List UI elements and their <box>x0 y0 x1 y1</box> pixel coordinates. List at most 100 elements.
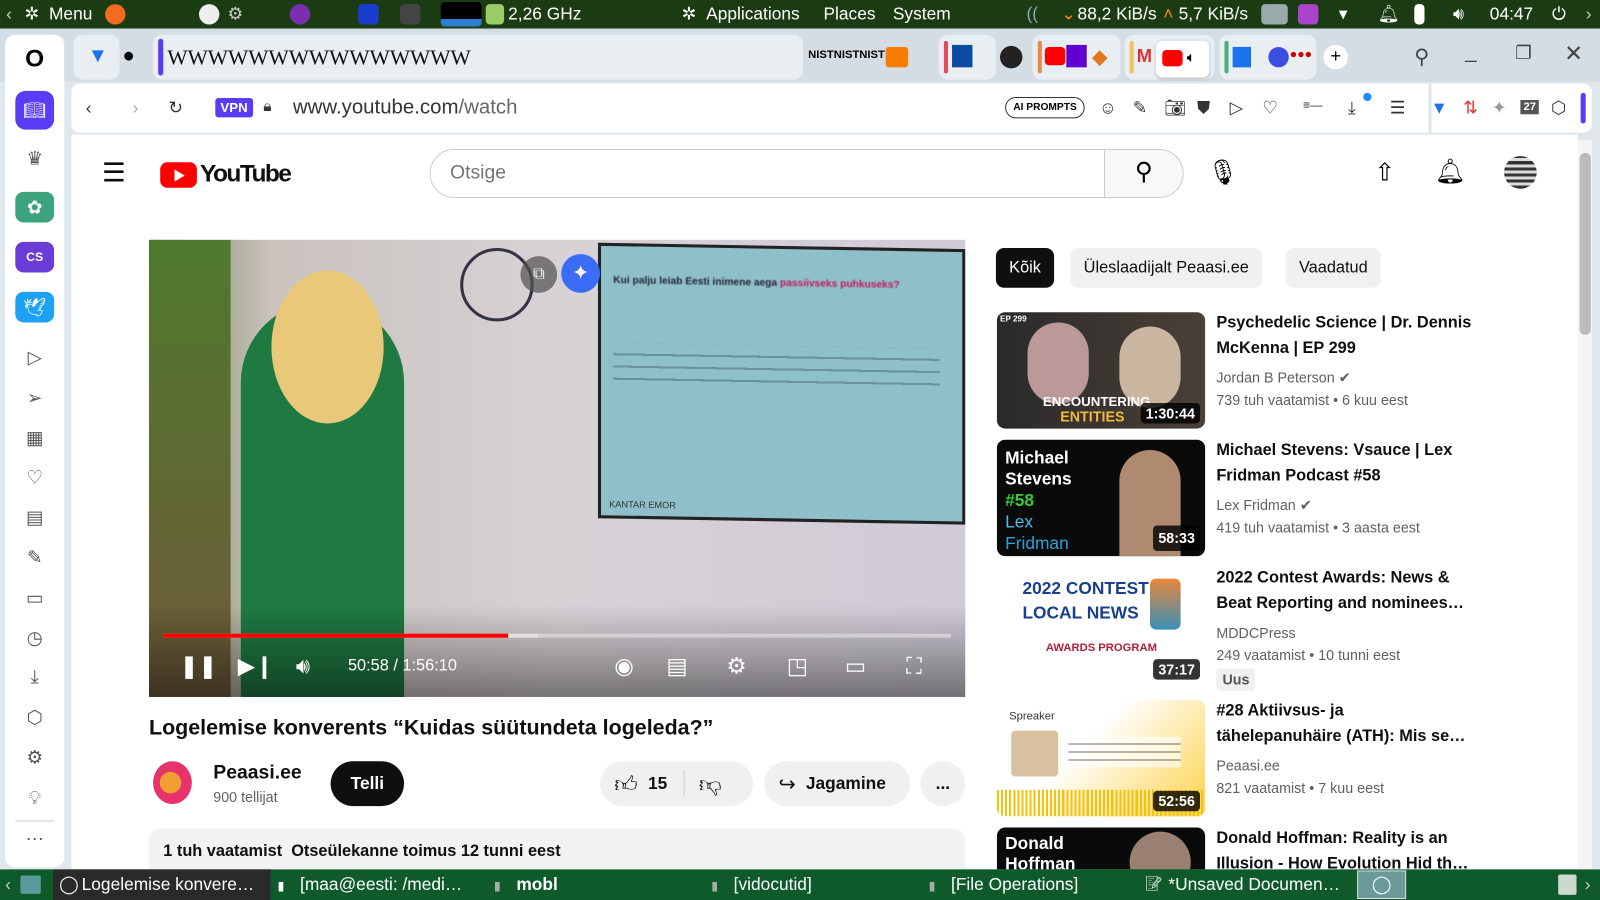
menu-button[interactable]: Menu <box>49 4 92 24</box>
miniplayer-button[interactable]: ◳ <box>787 653 808 680</box>
video-thumbnail[interactable]: Spreaker 52:56 <box>996 699 1206 817</box>
bell-icon[interactable]: 🔔︎ <box>1378 4 1400 24</box>
more-icon[interactable]: ··· <box>15 822 54 853</box>
video-title[interactable]: Michael Stevens: Vsauce | Lex Fridman Po… <box>1216 438 1471 489</box>
sync-ext-icon[interactable]: ⇅ <box>1463 98 1478 118</box>
lock-icon[interactable]: 🔒︎ <box>263 98 271 115</box>
uiv-tab-icon[interactable] <box>999 45 1023 69</box>
snapshot-icon[interactable]: ✎ <box>15 542 54 573</box>
tab-search-icon[interactable]: ⚲ <box>1414 44 1429 70</box>
player-icon[interactable]: ▷ <box>15 342 54 373</box>
crown-icon[interactable]: ♛ <box>15 143 54 174</box>
taskbar-item-mobl[interactable]: mobl <box>516 874 557 894</box>
extensions-cube-icon[interactable]: ⬡ <box>15 702 54 733</box>
taskbar-item-text-editor[interactable]: *Unsaved Documen… <box>1168 874 1340 894</box>
extension-icon[interactable]: ≡— <box>1303 98 1322 112</box>
video-thumbnail[interactable]: 2022 CONTEST LOCAL NEWS AWARDS PROGRAM 3… <box>996 568 1206 685</box>
audio-recorder-icon[interactable] <box>1297 4 1319 25</box>
cube-ext-icon[interactable]: ⬡ <box>1551 98 1566 118</box>
reload-button[interactable]: ↻ <box>168 98 183 118</box>
taskbar-item-browser[interactable]: Logelemise konvere… <box>82 874 255 894</box>
video-title[interactable]: #28 Aktiivsus- ja tähelepanuhäire (ATH):… <box>1216 698 1471 749</box>
camera-icon[interactable]: 📷︎ <box>1164 98 1186 118</box>
sidebar-toggle[interactable] <box>1580 92 1586 124</box>
popout-video-icon[interactable]: ⧉ <box>520 256 558 293</box>
subtitles-button[interactable]: ▤ <box>666 653 687 680</box>
cs-icon[interactable]: CS <box>15 241 55 273</box>
heart-icon[interactable]: ♡ <box>15 462 54 493</box>
panel-right-arrow[interactable]: › <box>1586 4 1592 24</box>
chip-from-uploader[interactable]: Üleslaadijalt Peaasi.ee <box>1070 247 1263 288</box>
metamask-tab-icon[interactable]: ◆ <box>1092 44 1108 70</box>
channel-name[interactable]: Lex Fridman <box>1216 497 1295 513</box>
files-icon[interactable] <box>1261 4 1288 25</box>
chip-watched[interactable]: Vaadatud <box>1285 247 1381 288</box>
video-player[interactable]: Kui palju leiab Eesti inimene aega passi… <box>148 239 966 697</box>
power-icon[interactable]: ⏻ <box>1552 4 1566 24</box>
notifications-bell-icon[interactable]: 🔔︎ <box>1435 157 1466 187</box>
opera-icon[interactable] <box>358 4 379 25</box>
system-menu[interactable]: System <box>893 4 951 24</box>
ai-sparkle-icon[interactable]: ✦ <box>561 254 600 293</box>
video-title[interactable]: 2022 Contest Awards: News & Beat Reporti… <box>1216 565 1471 616</box>
taskbar-item-file-operations[interactable]: [File Operations] <box>951 874 1078 894</box>
forward-button[interactable]: › <box>133 98 139 118</box>
channel-avatar[interactable] <box>153 761 192 805</box>
video-thumbnail[interactable]: Donald Hoffman <box>996 827 1206 870</box>
settings-icon[interactable]: ⚙ <box>15 742 54 773</box>
tab-icon[interactable] <box>1268 46 1289 68</box>
page-scrollbar[interactable] <box>1577 139 1592 870</box>
like-button[interactable]: 👍︎ <box>614 770 637 798</box>
yahoo-tab-icon[interactable] <box>1066 44 1087 68</box>
blogger-tab-icon[interactable] <box>885 46 909 68</box>
shield-icon[interactable]: ⛊ <box>1197 98 1210 118</box>
subscribe-button[interactable]: Telli <box>330 761 405 807</box>
panel-left-arrow[interactable]: ‹ <box>6 4 12 24</box>
news-icon[interactable]: ▤ <box>15 502 54 533</box>
vpn-badge[interactable]: VPN <box>215 97 253 118</box>
active-tab-youtube[interactable]: 🔈︎ <box>1156 40 1210 78</box>
tab-group-1[interactable]: ▼ <box>73 34 120 80</box>
channel-name[interactable]: Jordan B Peterson <box>1216 369 1334 385</box>
opera-logo-icon[interactable]: O <box>15 44 54 75</box>
send-icon[interactable]: ▷ <box>1230 98 1243 118</box>
applications-menu[interactable]: Applications <box>706 4 800 24</box>
pin-icon[interactable]: ✎ <box>1133 98 1148 118</box>
back-button[interactable]: ‹ <box>86 98 92 118</box>
dislike-button[interactable]: 👎︎ <box>699 770 722 798</box>
channel-name[interactable]: MDDCPress <box>1216 621 1295 643</box>
volume-icon[interactable]: 🔊︎ <box>1453 4 1464 24</box>
nist-tabs[interactable]: NISTNISTNIST <box>808 49 885 61</box>
github-tab-icon[interactable]: ● <box>122 45 134 68</box>
chatgpt-icon[interactable]: ✿ <box>15 191 55 223</box>
taskbar-item-terminal[interactable]: [maa@eesti: /medi… <box>300 874 462 894</box>
new-tab-button[interactable]: + <box>1323 44 1348 70</box>
apps-grid-icon[interactable]: ▦ <box>15 422 54 453</box>
theater-mode-button[interactable]: ▭ <box>845 653 866 680</box>
channel-name[interactable]: Peaasi.ee <box>1216 754 1280 776</box>
close-button[interactable]: ✕ <box>1564 41 1583 68</box>
twitter-icon[interactable]: 🕊︎ <box>15 291 55 323</box>
search-input[interactable] <box>429 148 1106 198</box>
pause-button[interactable]: ❚❚ <box>180 653 218 680</box>
downloads-icon[interactable]: ⤓ <box>15 661 54 692</box>
minimize-button[interactable]: _ <box>1465 41 1476 64</box>
autoplay-toggle[interactable]: ◉ <box>614 653 634 680</box>
microphone-icon[interactable]: 🎙︎ <box>1207 158 1238 188</box>
audio-playing-icon[interactable]: 🔈︎ <box>1187 49 1196 66</box>
battery-icon[interactable] <box>1414 4 1425 25</box>
video-thumbnail[interactable]: EP 299 ENCOUNTERING ENTITIES 1:30:44 <box>996 312 1206 429</box>
scrollbar-thumb[interactable] <box>1579 153 1591 335</box>
workspace-switcher[interactable]: ◯ <box>1357 870 1407 899</box>
incognito-ext-icon[interactable]: ✦ <box>1492 98 1507 118</box>
taskbar-right-arrow[interactable]: › <box>1585 874 1591 894</box>
terminal-icon[interactable] <box>399 4 421 25</box>
search-button[interactable]: ⚲ <box>1104 148 1184 198</box>
settings-gears-icon[interactable]: ⚙ <box>228 4 244 24</box>
url-field[interactable]: www.youtube.com/watch <box>293 96 518 119</box>
tab-icon[interactable] <box>952 44 973 68</box>
clock[interactable]: 04:47 <box>1490 4 1533 24</box>
heart-icon[interactable]: ♡ <box>1262 98 1278 118</box>
taskbar-left-arrow[interactable]: ‹ <box>5 874 11 894</box>
share-button[interactable]: ↪ Jagamine <box>764 761 911 807</box>
